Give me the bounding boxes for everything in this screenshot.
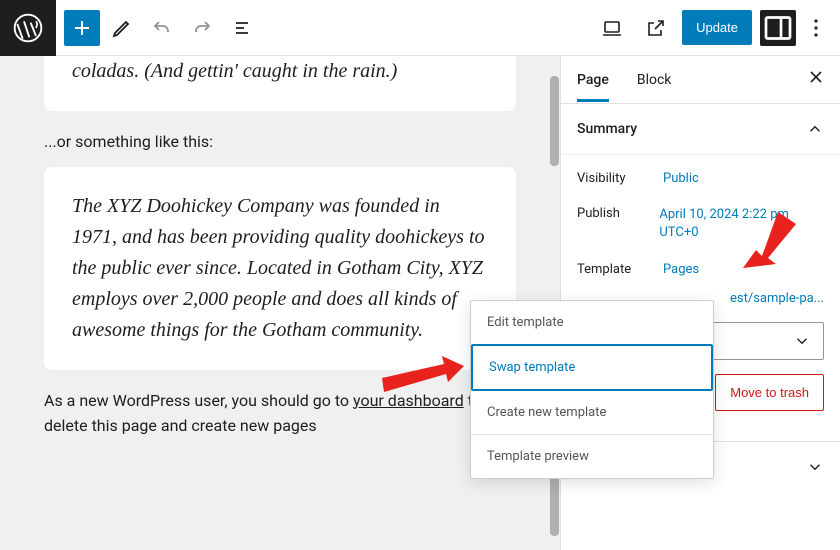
more-options-button[interactable] (804, 19, 828, 37)
external-link-icon (644, 16, 668, 40)
wordpress-logo[interactable] (0, 0, 56, 56)
chevron-down-icon (793, 332, 811, 350)
outline-icon (230, 16, 254, 40)
sidebar-icon (760, 10, 796, 46)
undo-button[interactable] (144, 10, 180, 46)
quote-text: The XYZ Doohickey Company was founded in… (72, 191, 488, 346)
row-label: Template (577, 262, 663, 277)
popup-item-swap-template[interactable]: Swap template (471, 344, 713, 391)
wordpress-icon (12, 12, 44, 44)
publish-row: Publish April 10, 2024 2:22 pm UTC+0 (577, 196, 824, 252)
popup-item-template-preview[interactable]: Template preview (471, 435, 713, 478)
quote-text: coladas. (And gettin' caught in the rain… (72, 56, 488, 87)
settings-panel-toggle[interactable] (760, 10, 796, 46)
popup-item-create-new-template[interactable]: Create new template (471, 391, 713, 434)
chevron-up-icon (806, 120, 824, 138)
visibility-value[interactable]: Public (663, 171, 699, 186)
laptop-icon (600, 16, 624, 40)
summary-section-header[interactable]: Summary (561, 104, 840, 155)
section-title: Summary (577, 121, 637, 137)
tab-block[interactable]: Block (637, 58, 672, 102)
close-sidebar-button[interactable] (808, 69, 824, 90)
toolbar-right: Update (594, 10, 840, 46)
top-toolbar: Update (0, 0, 840, 56)
quote-block-2[interactable]: The XYZ Doohickey Company was founded in… (44, 167, 516, 370)
redo-button[interactable] (184, 10, 220, 46)
external-link-button[interactable] (638, 10, 674, 46)
dashboard-link[interactable]: your dashboard (353, 391, 464, 410)
template-row: Template Pages (577, 252, 824, 287)
pencil-icon (110, 16, 134, 40)
quote-block-1[interactable]: coladas. (And gettin' caught in the rain… (44, 56, 516, 111)
template-value[interactable]: Pages (663, 262, 699, 277)
plus-icon (70, 16, 94, 40)
main-area: coladas. (And gettin' caught in the rain… (0, 56, 840, 550)
undo-icon (150, 16, 174, 40)
view-button[interactable] (594, 10, 630, 46)
visibility-row: Visibility Public (577, 161, 824, 196)
scroll-thumb[interactable] (550, 476, 559, 536)
row-label: Visibility (577, 171, 663, 186)
row-label: Publish (577, 206, 659, 221)
popup-item-edit-template[interactable]: Edit template (471, 301, 713, 344)
edit-mode-button[interactable] (104, 10, 140, 46)
sidebar-tabs: Page Block (561, 56, 840, 104)
paragraph-block-1[interactable]: ...or something like this: (0, 129, 560, 167)
kebab-icon (814, 19, 818, 37)
list-view-button[interactable] (224, 10, 260, 46)
toolbar-left (56, 10, 260, 46)
template-actions-popup: Edit template Swap template Create new t… (470, 300, 714, 479)
scroll-thumb[interactable] (550, 76, 559, 166)
redo-icon (190, 16, 214, 40)
update-button[interactable]: Update (682, 10, 752, 45)
close-icon (808, 69, 824, 85)
add-block-button[interactable] (64, 10, 100, 46)
tab-page[interactable]: Page (577, 58, 609, 102)
publish-value[interactable]: April 10, 2024 2:22 pm UTC+0 (659, 206, 824, 242)
paragraph-text: As a new WordPress user, you should go t… (44, 391, 353, 410)
move-to-trash-button[interactable]: Move to trash (715, 374, 824, 411)
chevron-down-icon (806, 458, 824, 476)
